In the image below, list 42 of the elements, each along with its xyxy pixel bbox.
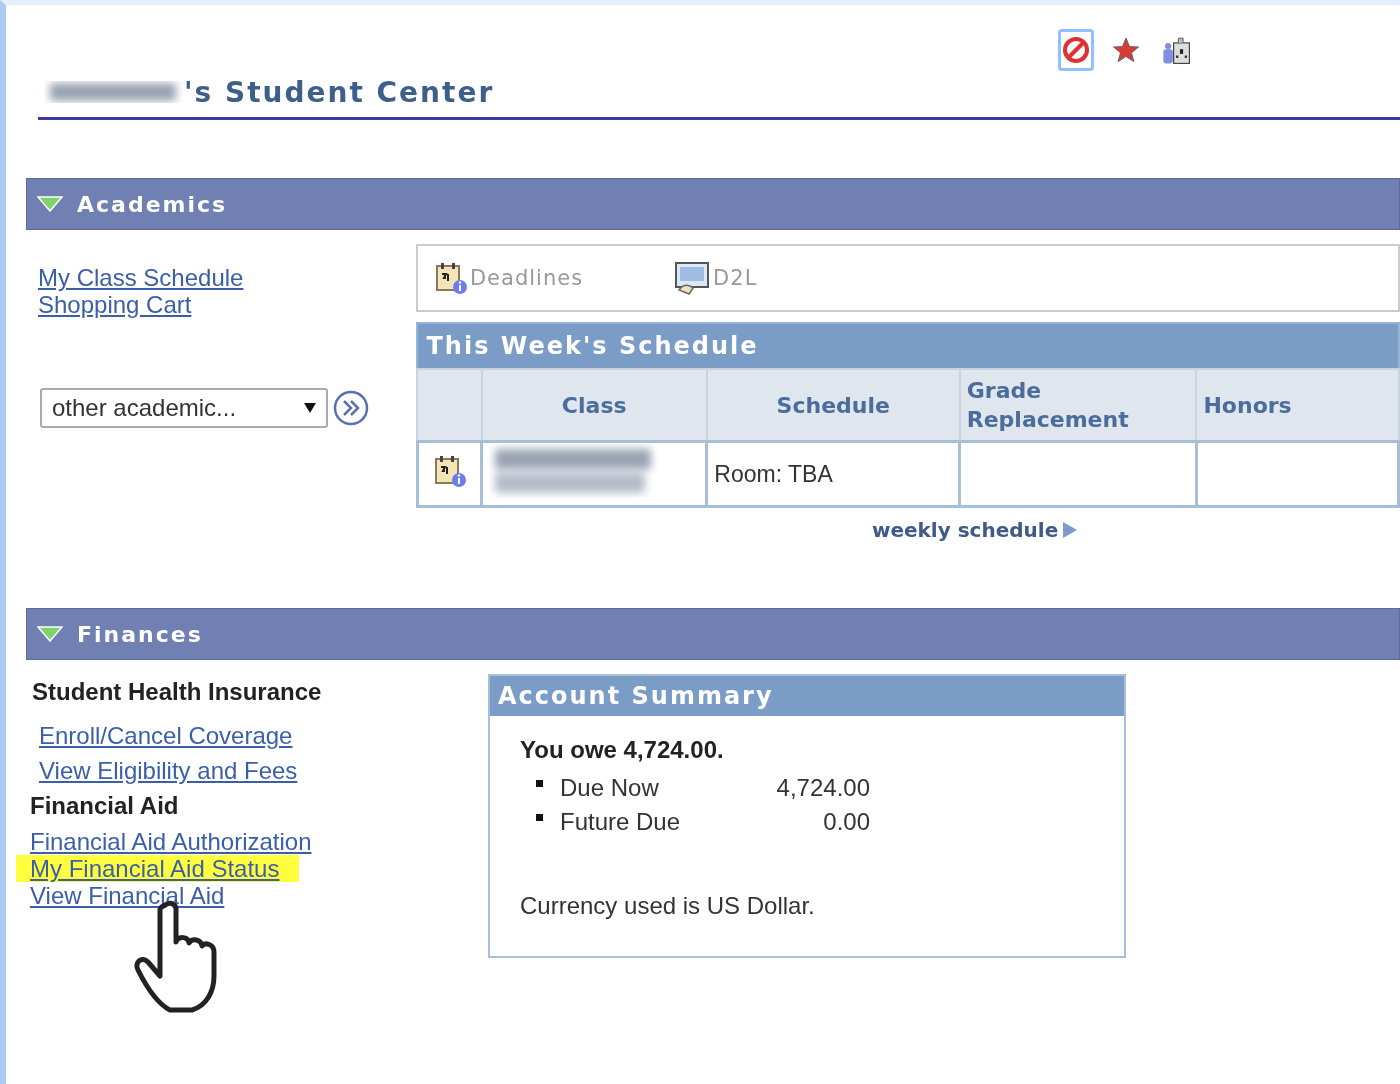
section-header[interactable]: Finances (26, 608, 1400, 660)
star-icon (1112, 36, 1140, 64)
dropdown[interactable]: other academic... (40, 388, 328, 428)
no-entry-icon (1062, 36, 1090, 64)
collapse-triangle-icon[interactable] (37, 196, 63, 212)
finance-link[interactable]: Enroll/Cancel Coverage (39, 722, 293, 749)
section-header[interactable]: Academics (26, 178, 1400, 230)
table-cell: Room: TBA (706, 441, 960, 507)
nav-link[interactable]: Shopping Cart (38, 291, 192, 318)
bullet (536, 780, 543, 787)
table-title: This Week's Schedule (417, 323, 1399, 369)
monitor-icon (673, 260, 712, 296)
nav-link[interactable]: My Class Schedule (38, 264, 244, 291)
panel-title: Account Summary (490, 676, 1124, 716)
section-title: Academics (77, 191, 228, 217)
finance-link[interactable]: Financial Aid Authorization (30, 828, 312, 855)
section-title: Finances (77, 621, 203, 647)
calendar-info-icon (432, 454, 467, 488)
bullet (536, 814, 543, 821)
item-label: Future Due (560, 808, 682, 836)
dropdown-arrow-icon (304, 403, 316, 413)
weekly-schedule-link[interactable]: weekly schedule (871, 518, 1079, 542)
finance-link[interactable]: My Financial Aid Status (16, 855, 300, 882)
column-header: Honors (1196, 369, 1399, 442)
header-icon-button[interactable] (1058, 29, 1094, 71)
item-label: Due Now (560, 774, 660, 802)
page-title: 's Student Center (184, 75, 495, 109)
group-heading: Financial Aid (30, 792, 180, 820)
amount-owed: You owe 4,724.00. (520, 736, 725, 764)
column-header: Class (481, 369, 707, 442)
group-heading: Student Health Insurance (32, 678, 323, 706)
column-header: Grade Replacement (959, 369, 1197, 442)
item-amount: 4,724.00 (775, 774, 870, 802)
calendar-info-icon (433, 261, 468, 295)
finance-link[interactable]: View Eligibility and Fees (39, 757, 298, 784)
column-header: Schedule (706, 369, 960, 442)
go-button-icon[interactable] (332, 389, 370, 427)
collapse-triangle-icon[interactable] (37, 626, 63, 642)
currency-note: Currency used is US Dollar. (520, 892, 816, 920)
play-arrow-icon (1062, 521, 1079, 539)
finance-link[interactable]: View Financial Aid (30, 882, 225, 909)
item-amount: 0.00 (822, 808, 870, 836)
